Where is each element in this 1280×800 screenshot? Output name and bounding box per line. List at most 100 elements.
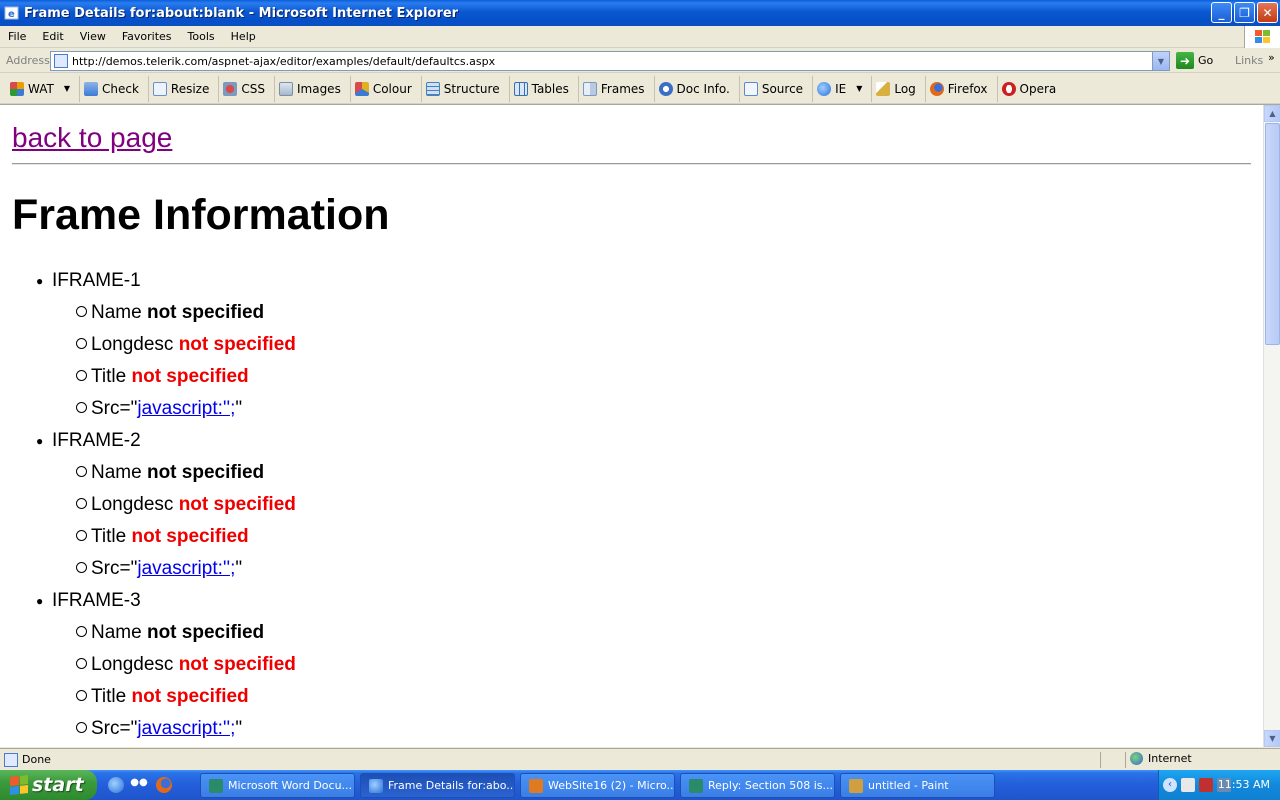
menu-view[interactable]: View xyxy=(72,30,114,43)
toolbar-log-button[interactable]: Log xyxy=(872,75,926,102)
address-label: Address xyxy=(6,54,50,67)
toolbar-colour-button[interactable]: Colour xyxy=(351,75,422,102)
taskbar-button-label: Microsoft Word Docu... xyxy=(228,779,353,792)
show-desktop-icon[interactable]: ●● xyxy=(130,777,148,793)
frame-list-item: ● IFRAME-2 xyxy=(36,430,141,452)
src-link[interactable]: javascript:''; xyxy=(137,718,235,739)
taskbar: start ●● Microsoft Word Docu... Frame De… xyxy=(0,770,1280,800)
toolbar-ie-button[interactable]: IE ▼ xyxy=(813,75,873,102)
toolbar-wat-button[interactable]: WAT ▼ xyxy=(6,75,80,102)
circle-bullet-icon xyxy=(76,562,87,573)
toolbar-log-label: Log xyxy=(894,81,916,96)
chevron-right-icon[interactable]: » xyxy=(1268,51,1275,64)
frame-attr-title: Title not specified xyxy=(76,686,249,708)
title-bar: e Frame Details for:about:blank - Micros… xyxy=(0,0,1280,26)
toolbar-opera-button[interactable]: Opera xyxy=(998,76,1066,102)
bullet-icon: ● xyxy=(36,593,44,608)
attr-value-warning: not specified xyxy=(178,494,296,515)
attr-suffix: " xyxy=(235,558,243,579)
wat-toolbar: WAT ▼ Check Resize CSS Images Colour Str… xyxy=(0,74,1280,104)
attr-value: not specified xyxy=(146,302,265,323)
taskbar-button-ie[interactable]: Frame Details for:abo... xyxy=(360,773,515,798)
toolbar-resize-button[interactable]: Resize xyxy=(149,75,220,102)
toolbar-firefox-label: Firefox xyxy=(947,81,988,96)
maximize-button[interactable]: ❐ xyxy=(1234,2,1255,23)
log-icon xyxy=(876,81,891,96)
check-icon xyxy=(83,81,98,96)
menu-favorites[interactable]: Favorites xyxy=(114,30,180,43)
colour-icon xyxy=(354,81,369,96)
menu-edit[interactable]: Edit xyxy=(34,30,71,43)
toolbar-doc-info-button[interactable]: Doc Info. xyxy=(655,75,740,102)
taskbar-button-paint[interactable]: untitled - Paint xyxy=(840,773,995,798)
frame-attr-src: Src="javascript:'';" xyxy=(76,398,242,420)
menu-bar: File Edit View Favorites Tools Help xyxy=(0,26,1280,48)
frame-attr-name: Name not specified xyxy=(76,622,264,644)
frame-attr-title: Title not specified xyxy=(76,366,249,388)
address-dropdown-icon[interactable]: ▼ xyxy=(1152,52,1169,70)
scroll-up-icon[interactable]: ▲ xyxy=(1264,105,1280,122)
bullet-icon: ● xyxy=(36,273,44,288)
toolbar-source-button[interactable]: Source xyxy=(740,75,814,102)
ie-quicklaunch-icon[interactable] xyxy=(108,777,124,793)
chevron-left-icon[interactable]: ‹ xyxy=(1163,778,1177,792)
ie-icon xyxy=(817,81,832,96)
maximize-icon: ❐ xyxy=(1239,5,1250,20)
toolbar-colour-label: Colour xyxy=(372,81,412,96)
windows-logo-icon xyxy=(1244,26,1280,48)
status-divider xyxy=(1125,752,1126,768)
minimize-button[interactable]: _ xyxy=(1211,2,1232,23)
toolbar-tables-button[interactable]: Tables xyxy=(510,75,579,102)
dropdown-arrow-icon[interactable]: ▼ xyxy=(64,84,70,93)
taskbar-button-label: Reply: Section 508 is... xyxy=(708,779,834,792)
taskbar-button-word[interactable]: Microsoft Word Docu... xyxy=(200,773,355,798)
src-link[interactable]: javascript:''; xyxy=(137,558,235,579)
circle-bullet-icon xyxy=(76,402,87,413)
firefox-icon xyxy=(929,81,944,96)
attr-label: Src=" xyxy=(91,558,138,579)
toolbar-structure-button[interactable]: Structure xyxy=(422,75,510,102)
toolbar-css-button[interactable]: CSS xyxy=(219,75,275,102)
zone-label: Internet xyxy=(1148,752,1192,765)
scrollbar-thumb[interactable] xyxy=(1265,123,1280,345)
toolbar-frames-button[interactable]: Frames xyxy=(579,75,655,102)
firefox-quicklaunch-icon[interactable] xyxy=(156,777,172,793)
address-input[interactable]: http://demos.telerik.com/aspnet-ajax/edi… xyxy=(50,51,1170,71)
frame-attr-src: Src="javascript:'';" xyxy=(76,718,242,740)
doc-info-icon xyxy=(658,81,673,96)
toolbar-doc-info-label: Doc Info. xyxy=(676,81,730,96)
frame-list-item: ● IFRAME-3 xyxy=(36,590,141,612)
status-divider xyxy=(1100,752,1101,768)
circle-bullet-icon xyxy=(76,370,87,381)
mail-tray-icon[interactable] xyxy=(1181,778,1195,792)
menu-help[interactable]: Help xyxy=(223,30,264,43)
frame-attr-src: Src="javascript:'';" xyxy=(76,558,242,580)
close-icon: ✕ xyxy=(1262,5,1273,20)
toolbar-firefox-button[interactable]: Firefox xyxy=(926,75,998,102)
back-to-page-link[interactable]: back to page xyxy=(12,122,172,154)
menu-tools[interactable]: Tools xyxy=(180,30,223,43)
taskbar-button-label: untitled - Paint xyxy=(868,779,949,792)
go-button[interactable]: ➜ Go xyxy=(1176,52,1213,69)
toolbar-check-button[interactable]: Check xyxy=(80,75,149,102)
circle-bullet-icon xyxy=(76,530,87,541)
vertical-scrollbar[interactable]: ▲ ▼ xyxy=(1263,105,1280,747)
src-link[interactable]: javascript:''; xyxy=(137,398,235,419)
toolbar-images-button[interactable]: Images xyxy=(275,75,351,102)
address-url[interactable]: http://demos.telerik.com/aspnet-ajax/edi… xyxy=(72,55,495,68)
dropdown-arrow-icon[interactable]: ▼ xyxy=(856,84,862,93)
antivirus-tray-icon[interactable] xyxy=(1199,778,1213,792)
menu-file[interactable]: File xyxy=(0,30,34,43)
close-button[interactable]: ✕ xyxy=(1257,2,1278,23)
bullet-icon: ● xyxy=(36,433,44,448)
structure-icon xyxy=(425,81,440,96)
window-title: Frame Details for:about:blank - Microsof… xyxy=(24,5,459,21)
frame-attr-longdesc: Longdesc not specified xyxy=(76,654,296,676)
taskbar-button-mail[interactable]: Reply: Section 508 is... xyxy=(680,773,835,798)
frame-attr-title: Title not specified xyxy=(76,526,249,548)
taskbar-button-visual-studio[interactable]: WebSite16 (2) - Micro... xyxy=(520,773,675,798)
page-viewport: back to page Frame Information ● IFRAME-1… xyxy=(0,104,1280,747)
links-label[interactable]: Links xyxy=(1235,54,1263,67)
start-button[interactable]: start xyxy=(0,770,97,800)
scroll-down-icon[interactable]: ▼ xyxy=(1264,730,1280,747)
